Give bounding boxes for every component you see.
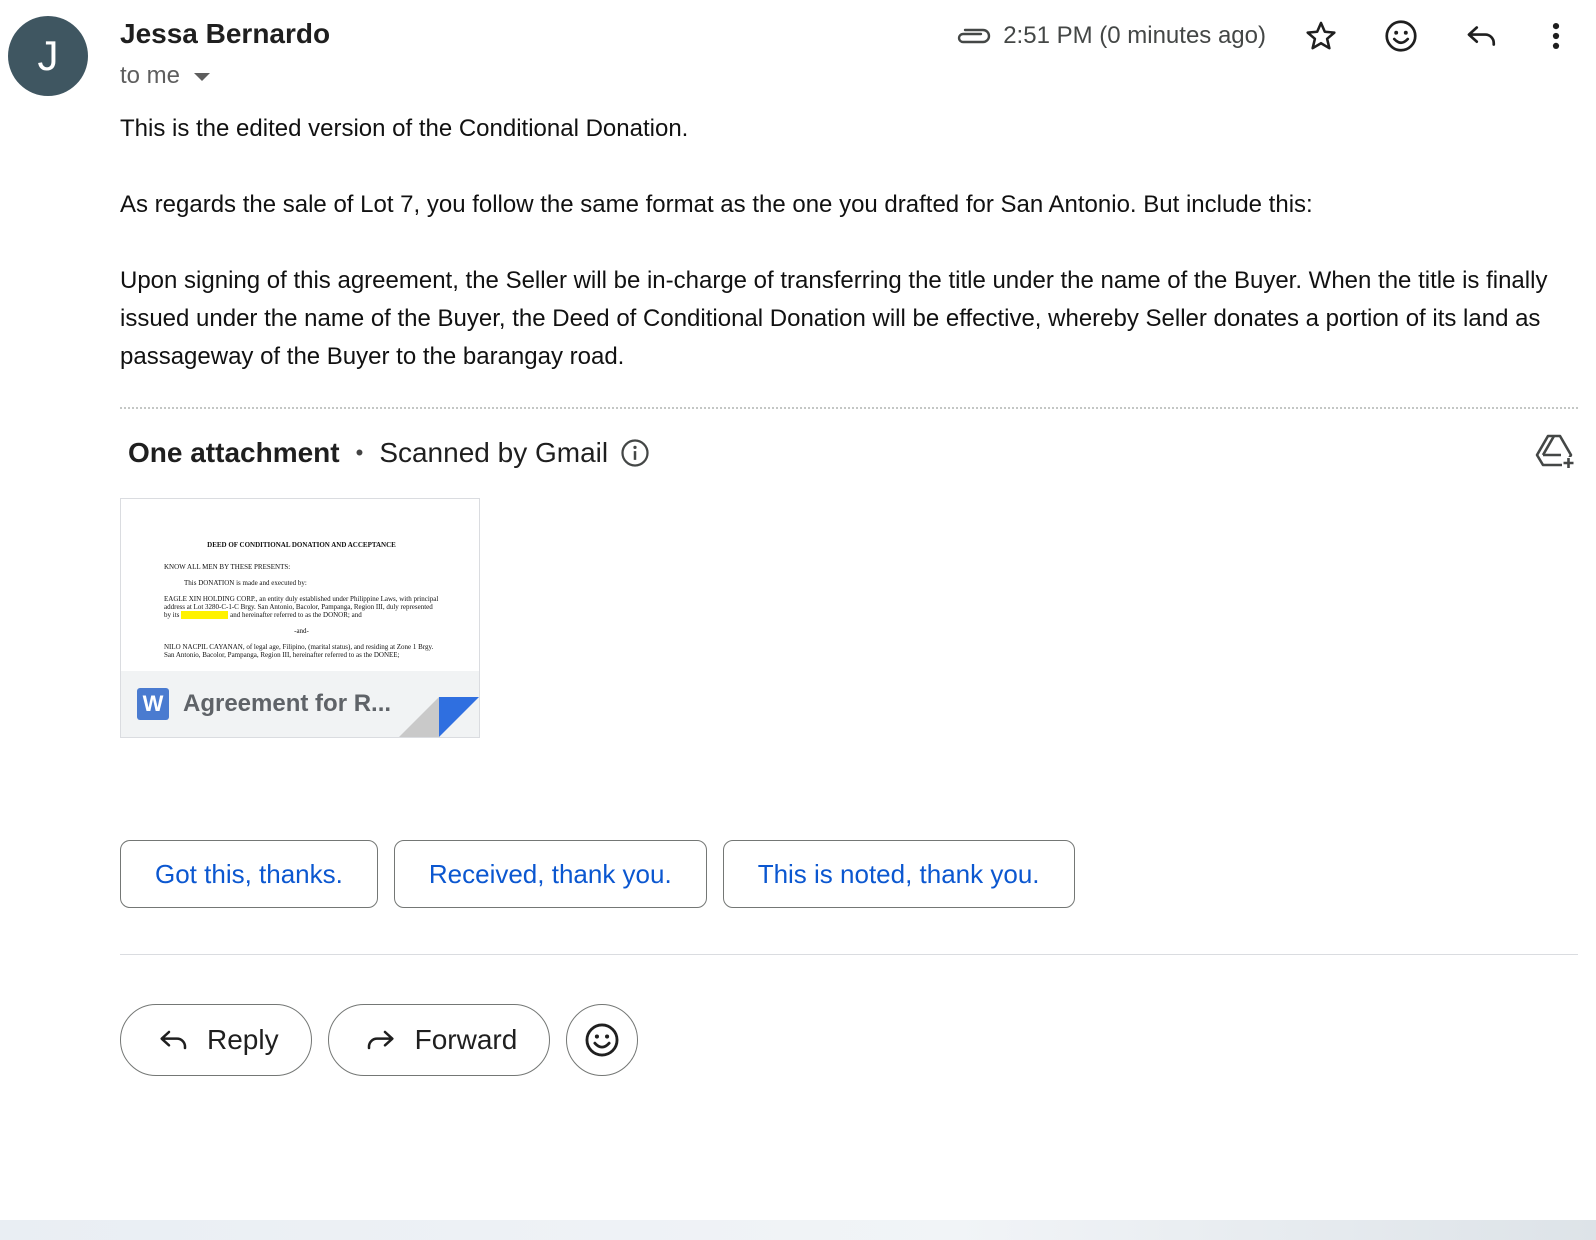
message-timestamp: 2:51 PM (0 minutes ago): [1003, 22, 1266, 49]
message-actions: Reply Forward: [120, 1004, 639, 1076]
preview-line: NILO NACPIL CAYANAN, of legal age, Filip…: [164, 643, 434, 659]
page-fold-icon: [399, 697, 479, 737]
reply-icon: [1467, 26, 1496, 46]
info-icon[interactable]: [620, 438, 650, 468]
emoji-reaction-button[interactable]: [566, 1004, 639, 1076]
message-body: This is the edited version of the Condit…: [120, 110, 1580, 414]
preview-line: KNOW ALL MEN BY THESE PRESENTS:: [164, 563, 291, 571]
forward-label: Forward: [414, 1024, 518, 1055]
attachment-divider: [120, 407, 1578, 409]
attachment-filename: Agreement for R...: [183, 690, 392, 717]
attachment-count: One attachment: [128, 437, 340, 468]
forward-icon: [367, 1030, 394, 1050]
smart-reply-button[interactable]: This is noted, thank you.: [722, 840, 1075, 908]
body-paragraph: This is the edited version of the Condit…: [120, 115, 689, 142]
sender-avatar[interactable]: J: [8, 16, 88, 96]
word-icon-letter: W: [142, 691, 164, 716]
more-options-button[interactable]: [1536, 11, 1576, 61]
preview-line: EAGLE XIN HOLDING CORP., an entity duly …: [164, 595, 439, 619]
attachment-card[interactable]: DEED OF CONDITIONAL DONATION AND ACCEPTA…: [120, 498, 480, 738]
window-bottom-edge: [0, 1220, 1596, 1240]
sender-name[interactable]: Jessa Bernardo: [120, 18, 330, 50]
emoji-icon: [585, 1023, 619, 1057]
preview-line: This DONATION is made and executed by:: [184, 579, 307, 587]
avatar-letter: J: [37, 32, 59, 79]
star-icon: [1306, 21, 1336, 50]
message-header-actions: 2:51 PM (0 minutes ago): [955, 14, 1596, 58]
reply-action-button[interactable]: Reply: [120, 1004, 312, 1076]
scan-status: Scanned by Gmail: [379, 437, 609, 468]
more-vert-icon: [1552, 22, 1560, 50]
preview-text: and hereinafter referred to as the DONOR…: [230, 611, 362, 619]
smart-reply-button[interactable]: Got this, thanks.: [120, 840, 378, 908]
add-to-drive-icon[interactable]: [1535, 433, 1575, 469]
body-paragraph: Upon signing of this agreement, the Sell…: [120, 267, 1548, 370]
attachments-header: One attachment • Scanned by Gmail: [128, 432, 650, 474]
recipient-dropdown[interactable]: to me: [120, 62, 211, 90]
star-button[interactable]: [1296, 11, 1346, 61]
emoji-icon: [1385, 20, 1417, 52]
separator-dot: •: [355, 440, 364, 465]
actions-divider: [120, 954, 1578, 955]
preview-highlight: [181, 611, 229, 619]
preview-title: DEED OF CONDITIONAL DONATION AND ACCEPTA…: [207, 541, 396, 549]
recipient-label: to me: [120, 62, 181, 89]
forward-action-button[interactable]: Forward: [327, 1004, 551, 1076]
body-paragraph: As regards the sale of Lot 7, you follow…: [120, 191, 1313, 218]
add-reaction-button[interactable]: [1376, 11, 1426, 61]
preview-line: -and-: [294, 627, 309, 635]
attachment-icon: [958, 28, 991, 44]
smart-reply-button[interactable]: Received, thank you.: [393, 840, 707, 908]
reply-button[interactable]: [1456, 11, 1506, 61]
reply-icon: [160, 1030, 187, 1050]
caret-down-icon: [194, 73, 211, 81]
word-document-icon: W: [137, 688, 169, 720]
smart-replies: Got this, thanks. Received, thank you. T…: [120, 840, 1075, 908]
reply-label: Reply: [207, 1024, 279, 1055]
document-preview: DEED OF CONDITIONAL DONATION AND ACCEPTA…: [121, 499, 479, 671]
